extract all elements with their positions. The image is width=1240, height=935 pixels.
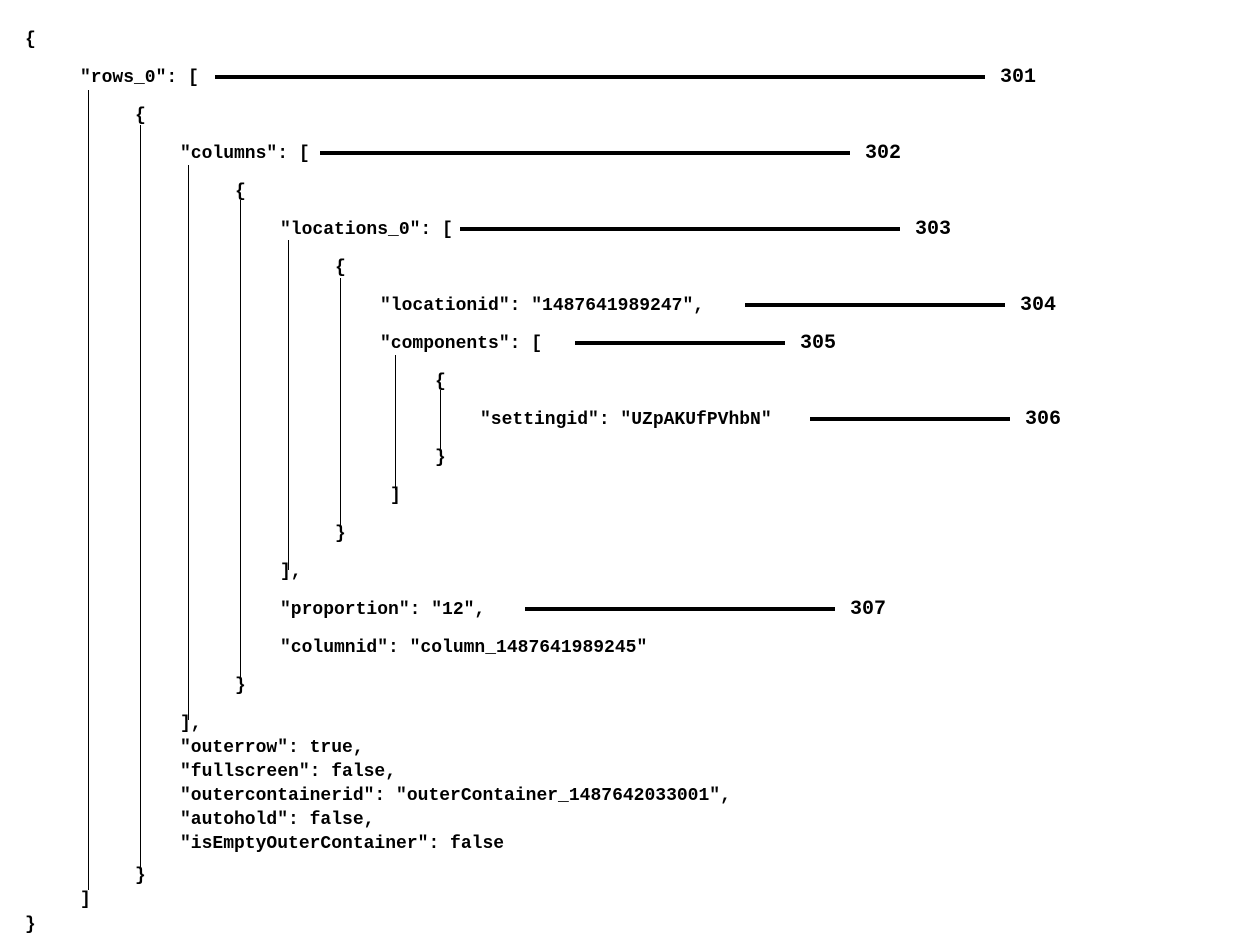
outerrow-key: "outerrow": true,	[180, 738, 364, 758]
callout-line-302	[320, 151, 850, 155]
callout-line-307	[525, 607, 835, 611]
isempty-key: "isEmptyOuterContainer": false	[180, 834, 504, 854]
callout-305: 305	[800, 332, 836, 355]
locationid-key: "locationid": "1487641989247",	[380, 296, 704, 316]
columnid-key: "columnid": "column_1487641989245"	[280, 638, 647, 658]
proportion-key: "proportion": "12",	[280, 600, 485, 620]
locations-key: "locations_0": [	[280, 220, 453, 240]
guide-1	[88, 90, 89, 890]
callout-302: 302	[865, 142, 901, 165]
guide-4	[240, 200, 241, 680]
callout-307: 307	[850, 598, 886, 621]
settingid-key: "settingid": "UZpAKUfPVhbN"	[480, 410, 772, 430]
autohold-key: "autohold": false,	[180, 810, 374, 830]
columns-key: "columns": [	[180, 144, 310, 164]
callout-line-301	[215, 75, 985, 79]
comp-obj-open: {	[435, 372, 446, 392]
outercontainerid-key: "outercontainerid": "outerContainer_1487…	[180, 786, 731, 806]
callout-303: 303	[915, 218, 951, 241]
callout-306: 306	[1025, 408, 1061, 431]
locations-close: ],	[280, 562, 302, 582]
rows-close: ]	[80, 890, 91, 910]
diagram-container: { "rows_0": [ { "columns": [ { "location…	[20, 20, 1220, 877]
rows-key: "rows_0": [	[80, 68, 199, 88]
row-obj-open: {	[135, 106, 146, 126]
guide-8	[440, 390, 441, 452]
callout-line-304	[745, 303, 1005, 307]
callout-301: 301	[1000, 66, 1036, 89]
components-key: "components": [	[380, 334, 542, 354]
fullscreen-key: "fullscreen": false,	[180, 762, 396, 782]
brace-open: {	[25, 30, 36, 50]
columns-close: ],	[180, 714, 202, 734]
brace-close: }	[25, 915, 36, 935]
callout-line-306	[810, 417, 1010, 421]
callout-line-305	[575, 341, 785, 345]
callout-304: 304	[1020, 294, 1056, 317]
guide-7	[395, 355, 396, 490]
guide-6	[340, 278, 341, 528]
loc-obj-open: {	[335, 258, 346, 278]
guide-5	[288, 240, 289, 570]
col-obj-open: {	[235, 182, 246, 202]
callout-line-303	[460, 227, 900, 231]
guide-3	[188, 165, 189, 720]
guide-2	[140, 125, 141, 870]
